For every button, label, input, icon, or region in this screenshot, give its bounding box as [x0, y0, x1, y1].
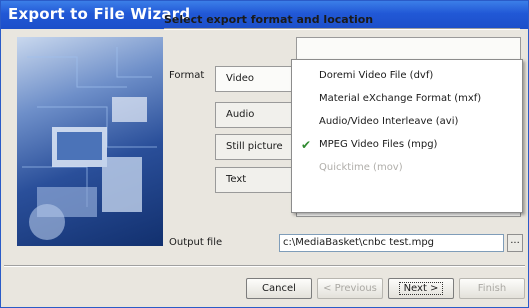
finish-button: Finish — [459, 278, 525, 299]
menu-item-label: Audio/Video Interleave (avi) — [319, 116, 459, 127]
wizard-banner-image — [17, 37, 163, 246]
previous-label: < Previous — [323, 283, 377, 294]
tab-audio[interactable]: Audio — [215, 102, 297, 128]
output-file-field[interactable]: c:\MediaBasket\cnbc test.mpg — [279, 234, 504, 252]
tab-video[interactable]: Video — [215, 66, 297, 92]
heading-divider — [164, 28, 520, 30]
menu-item-dvf[interactable]: Doremi Video File (dvf) — [292, 66, 522, 88]
tab-text[interactable]: Text — [215, 167, 297, 193]
menu-item-label: Material eXchange Format (mxf) — [319, 93, 482, 104]
next-button[interactable]: Next > — [388, 278, 454, 299]
checkmark-icon: ✔ — [301, 138, 312, 152]
next-label: Next > — [398, 282, 444, 295]
button-divider — [4, 265, 525, 267]
menu-item-label: Doremi Video File (dvf) — [319, 70, 434, 81]
menu-item-mov: Quicktime (mov) — [292, 158, 522, 180]
browse-button[interactable]: ... — [507, 234, 523, 252]
finish-label: Finish — [477, 283, 507, 294]
previous-button: < Previous — [317, 278, 383, 299]
wizard-window: Export to File Wizard Select export form… — [0, 0, 529, 308]
page-heading: Select export format and location — [164, 13, 374, 26]
video-format-menu: Doremi Video File (dvf) Material eXchang… — [291, 59, 523, 213]
tab-still-picture[interactable]: Still picture — [215, 134, 297, 160]
window-title: Export to File Wizard — [8, 5, 191, 23]
menu-item-label: MPEG Video Files (mpg) — [319, 139, 438, 150]
format-label: Format — [169, 70, 205, 81]
menu-item-label: Quicktime (mov) — [319, 162, 403, 173]
menu-item-mxf[interactable]: Material eXchange Format (mxf) — [292, 89, 522, 111]
cancel-button[interactable]: Cancel — [246, 278, 312, 299]
banner-artwork — [22, 47, 157, 240]
cancel-label: Cancel — [262, 283, 296, 294]
menu-item-avi[interactable]: Audio/Video Interleave (avi) — [292, 112, 522, 134]
output-file-label: Output file — [169, 237, 223, 248]
menu-item-mpg[interactable]: ✔ MPEG Video Files (mpg) — [292, 135, 522, 157]
